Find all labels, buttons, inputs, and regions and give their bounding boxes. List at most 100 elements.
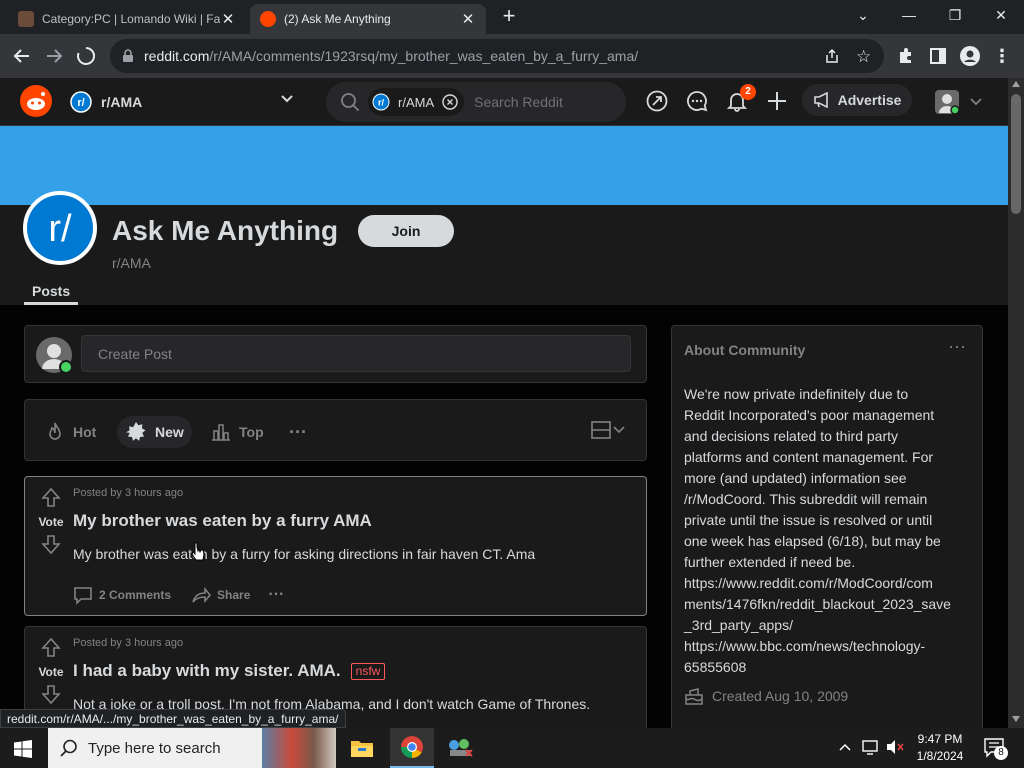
join-button[interactable]: Join xyxy=(358,215,454,247)
card-view-icon xyxy=(591,421,611,439)
close-tab-icon[interactable]: ✕ xyxy=(460,10,476,28)
reddit-logo-icon[interactable] xyxy=(20,85,52,117)
about-heading: About Community xyxy=(684,342,806,358)
scrollbar-thumb[interactable] xyxy=(1011,94,1021,214)
close-window-button[interactable]: ✕ xyxy=(978,0,1024,30)
community-header: r/ Ask Me Anything Join r/AMA Posts xyxy=(0,191,1008,305)
comments-button[interactable]: 2 Comments xyxy=(73,585,171,605)
post-title[interactable]: My brother was eaten by a furry AMA xyxy=(73,511,372,531)
subreddit-icon: r/ xyxy=(372,93,390,111)
windows-taskbar: Type here to search 9:47 PM 1/8/2024 8 xyxy=(0,728,1024,768)
scroll-up-arrow-icon[interactable] xyxy=(1012,81,1020,87)
show-hidden-icons-chevron[interactable] xyxy=(838,740,852,754)
address-bar[interactable]: reddit.com/r/AMA/comments/1923rsq/my_bro… xyxy=(110,39,884,73)
create-post-input[interactable]: Create Post xyxy=(81,335,631,372)
about-more-options-icon[interactable]: ··· xyxy=(948,336,966,357)
share-arrow-icon xyxy=(192,586,212,604)
stop-loading-button[interactable] xyxy=(72,42,100,70)
file-explorer-icon[interactable] xyxy=(350,738,374,758)
nsfw-flair-badge: nsfw xyxy=(350,662,386,680)
about-link-line[interactable]: 65855608 xyxy=(684,657,976,678)
notification-badge: 2 xyxy=(740,84,756,100)
downvote-arrow-icon[interactable] xyxy=(40,533,62,555)
about-line: more (and updated) information see xyxy=(684,470,907,486)
megaphone-icon xyxy=(813,92,828,108)
create-post-plus-icon[interactable] xyxy=(766,90,788,112)
community-switcher[interactable]: r/ r/AMA xyxy=(70,86,300,118)
sort-new-label: New xyxy=(155,424,184,440)
upvote-arrow-icon[interactable] xyxy=(40,637,62,659)
post-meta: Posted by 3 hours ago xyxy=(73,487,184,499)
search-highlight-image xyxy=(262,728,336,768)
advertise-button[interactable]: Advertise xyxy=(802,84,912,116)
bookmark-star-icon[interactable]: ☆ xyxy=(856,47,871,67)
downvote-arrow-icon[interactable] xyxy=(40,683,62,705)
clock[interactable]: 9:47 PM 1/8/2024 xyxy=(910,731,970,765)
volume-muted-icon[interactable] xyxy=(886,739,904,755)
about-line: We're now private indefinitely due to xyxy=(684,386,909,402)
sort-top[interactable]: Top xyxy=(211,416,264,448)
search-input[interactable]: Search Reddit xyxy=(474,94,563,110)
new-tab-button[interactable]: + xyxy=(498,5,520,28)
popular-icon[interactable] xyxy=(646,90,668,112)
about-line: private until the issue is resolved or u… xyxy=(684,512,933,528)
search-community-chip[interactable]: r/ r/AMA xyxy=(368,88,465,116)
forward-button[interactable] xyxy=(40,42,68,70)
profile-avatar-icon[interactable] xyxy=(956,42,984,70)
post-card[interactable]: Vote Posted by 3 hours ago My brother wa… xyxy=(24,476,647,616)
sort-hot[interactable]: Hot xyxy=(45,416,96,448)
vote-column: Vote xyxy=(31,637,71,705)
reddit-search-bar[interactable]: r/ r/AMA Search Reddit xyxy=(326,82,626,122)
comments-count: 2 Comments xyxy=(99,588,172,602)
upvote-arrow-icon[interactable] xyxy=(40,487,62,509)
advertise-label: Advertise xyxy=(837,92,902,108)
tab-posts[interactable]: Posts xyxy=(24,283,79,305)
windows-start-icon[interactable] xyxy=(14,740,32,758)
back-button[interactable] xyxy=(8,42,36,70)
minimize-button[interactable]: — xyxy=(886,0,932,30)
chip-label: r/AMA xyxy=(398,94,435,110)
app-taskbar-icon[interactable] xyxy=(446,736,474,760)
post-title[interactable]: I had a baby with my sister. AMA. xyxy=(73,661,341,681)
user-menu[interactable] xyxy=(934,87,984,117)
browser-tab-strip: Category:PC | Lomando Wiki | Fa ✕ (2) As… xyxy=(0,0,1024,34)
chrome-menu-icon[interactable]: ⋮ xyxy=(988,42,1016,70)
chevron-down-icon xyxy=(280,92,294,106)
network-icon[interactable] xyxy=(862,739,880,755)
browser-tab-ama[interactable]: (2) Ask Me Anything ✕ xyxy=(250,4,486,34)
share-page-icon[interactable] xyxy=(824,48,840,64)
scroll-down-arrow-icon[interactable] xyxy=(1012,716,1020,722)
url-path: /r/AMA/comments/1923rsq/my_brother_was_e… xyxy=(209,48,639,64)
clear-chip-icon[interactable] xyxy=(442,94,458,110)
view-layout-toggle[interactable] xyxy=(591,420,625,440)
sort-hot-label: Hot xyxy=(73,424,97,440)
sort-new[interactable]: New xyxy=(117,416,192,448)
share-button[interactable]: Share xyxy=(191,585,250,605)
chat-icon[interactable] xyxy=(686,90,708,112)
svg-text:r/: r/ xyxy=(378,98,385,108)
about-link-line[interactable]: _3rd_party_apps/ xyxy=(684,615,976,636)
chrome-logo-icon xyxy=(401,736,423,758)
search-icon xyxy=(60,739,77,757)
taskbar-search-box[interactable]: Type here to search xyxy=(48,728,336,768)
chevron-down-icon xyxy=(970,98,982,106)
about-link-line[interactable]: https://www.bbc.com/news/technology- xyxy=(684,636,976,657)
chrome-taskbar-icon[interactable] xyxy=(390,728,434,768)
maximize-button[interactable]: ❐ xyxy=(932,0,978,30)
browser-tab-lomando[interactable]: Category:PC | Lomando Wiki | Fa ✕ xyxy=(8,4,246,34)
user-avatar-icon[interactable] xyxy=(35,336,73,374)
about-link-line[interactable]: ments/1476fkn/reddit_blackout_2023_save xyxy=(684,594,976,615)
more-options-icon[interactable]: ··· xyxy=(268,586,284,604)
page-scrollbar[interactable] xyxy=(1008,78,1024,728)
action-center-icon[interactable]: 8 xyxy=(984,738,1008,760)
about-link-line[interactable]: https://www.reddit.com/r/ModCoord/com xyxy=(684,573,976,594)
sort-top-label: Top xyxy=(239,424,264,440)
close-tab-icon[interactable]: ✕ xyxy=(220,10,236,28)
clock-date: 1/8/2024 xyxy=(916,749,964,763)
side-panel-icon[interactable] xyxy=(924,42,952,70)
tab-search-icon[interactable]: ⌄ xyxy=(840,0,886,30)
extensions-puzzle-icon[interactable] xyxy=(892,42,920,70)
notifications-bell-icon[interactable]: 2 xyxy=(726,84,756,112)
community-title: Ask Me Anything xyxy=(112,215,339,246)
more-sort-options-icon[interactable]: ··· xyxy=(289,416,307,448)
